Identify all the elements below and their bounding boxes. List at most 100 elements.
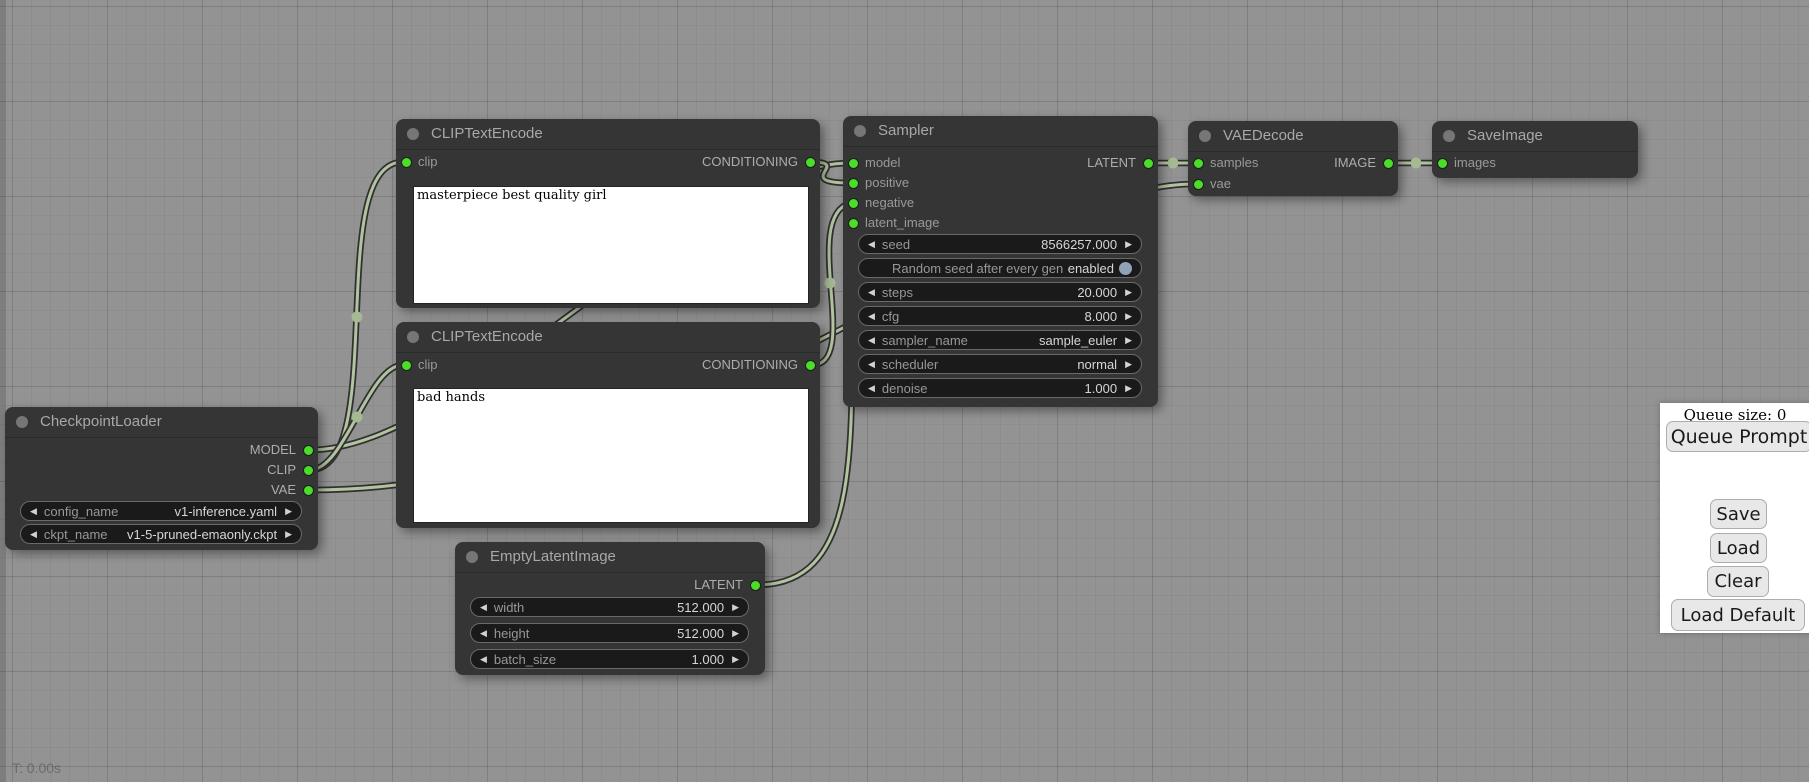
widget-steps[interactable]: ◀steps20.000▶: [858, 282, 1142, 302]
widget-right-arrow-icon[interactable]: ▶: [1125, 378, 1132, 398]
node-collapse-dot-icon[interactable]: [854, 125, 866, 137]
node-title-bar[interactable]: SaveImage: [1432, 121, 1638, 152]
node-title-bar[interactable]: EmptyLatentImage: [455, 542, 765, 573]
input-slot-dot-images[interactable]: [1437, 158, 1448, 169]
output-slot-dot-IMAGE[interactable]: [1383, 158, 1394, 169]
output-slot-dot-MODEL[interactable]: [303, 445, 314, 456]
input-slot-clip: clip: [418, 155, 438, 169]
node-collapse-dot-icon[interactable]: [1199, 130, 1211, 142]
prompt-textarea[interactable]: [413, 388, 809, 523]
widget-width[interactable]: ◀width512.000▶: [470, 597, 749, 617]
output-slot-dot-CONDITIONING[interactable]: [805, 360, 816, 371]
widget-right-arrow-icon[interactable]: ▶: [1125, 354, 1132, 374]
widget-right-arrow-icon[interactable]: ▶: [1125, 282, 1132, 302]
widget-left-arrow-icon[interactable]: ◀: [868, 354, 875, 374]
widget-ckpt-name[interactable]: ◀ckpt_namev1-5-pruned-emaonly.ckpt▶: [20, 524, 302, 544]
output-slot-dot-CLIP[interactable]: [303, 465, 314, 476]
widget-value: 1.000: [1085, 381, 1118, 396]
widget-right-arrow-icon[interactable]: ▶: [285, 524, 292, 544]
widget-scheduler[interactable]: ◀schedulernormal▶: [858, 354, 1142, 374]
widget-cfg[interactable]: ◀cfg8.000▶: [858, 306, 1142, 326]
node-empty-latent-image[interactable]: EmptyLatentImageLATENT◀width512.000▶◀hei…: [455, 542, 765, 675]
widget-label: ckpt_name: [44, 527, 108, 542]
widget-right-arrow-icon[interactable]: ▶: [1125, 306, 1132, 326]
node-title-bar[interactable]: CheckpointLoader: [5, 407, 318, 438]
widget-right-arrow-icon[interactable]: ▶: [1125, 330, 1132, 350]
input-slot-dot-vae[interactable]: [1193, 179, 1204, 190]
node-collapse-dot-icon[interactable]: [407, 128, 419, 140]
queue-prompt-button[interactable]: Queue Prompt: [1666, 421, 1809, 452]
clear-button[interactable]: Clear: [1707, 566, 1769, 597]
node-sampler[interactable]: Samplermodelpositivenegativelatent_image…: [843, 116, 1158, 407]
output-slot-dot-CONDITIONING[interactable]: [805, 157, 816, 168]
input-slot-dot-samples[interactable]: [1193, 158, 1204, 169]
widget-left-arrow-icon[interactable]: ◀: [480, 597, 487, 617]
node-collapse-dot-icon[interactable]: [16, 416, 28, 428]
widget-left-arrow-icon[interactable]: ◀: [868, 306, 875, 326]
widget-left-arrow-icon[interactable]: ◀: [30, 501, 37, 521]
node-checkpoint-loader[interactable]: CheckpointLoaderMODELCLIPVAE◀config_name…: [5, 407, 318, 550]
input-slot-clip: clip: [418, 358, 438, 372]
save-button[interactable]: Save: [1710, 499, 1767, 529]
widget-value: enabled: [1068, 261, 1114, 276]
output-slot-IMAGE: IMAGE: [1334, 156, 1376, 170]
input-slot-dot-latent_image[interactable]: [848, 218, 859, 229]
node-save-image[interactable]: SaveImage images: [1432, 121, 1638, 178]
widget-right-arrow-icon[interactable]: ▶: [732, 649, 739, 669]
output-slot-dot-LATENT[interactable]: [750, 580, 761, 591]
widget-right-arrow-icon[interactable]: ▶: [1125, 234, 1132, 254]
input-slot-dot-positive[interactable]: [848, 178, 859, 189]
node-title: EmptyLatentImage: [490, 548, 616, 565]
widget-denoise[interactable]: ◀ denoise 1.000 ▶: [858, 378, 1142, 398]
input-slot-model: model: [865, 156, 900, 170]
load-button[interactable]: Load: [1710, 533, 1767, 563]
widget-sampler-name[interactable]: ◀sampler_namesample_euler▶: [858, 330, 1142, 350]
node-title-bar[interactable]: VAEDecode: [1188, 121, 1398, 152]
widget-left-arrow-icon[interactable]: ◀: [868, 330, 875, 350]
widget-config-name[interactable]: ◀ config_name v1-inference.yaml ▶: [20, 501, 302, 521]
load-default-button[interactable]: Load Default: [1671, 599, 1805, 631]
input-slot-dot-clip[interactable]: [401, 157, 412, 168]
widget-left-arrow-icon[interactable]: ◀: [480, 649, 487, 669]
widget-left-arrow-icon[interactable]: ◀: [868, 234, 875, 254]
node-collapse-dot-icon[interactable]: [1443, 130, 1455, 142]
input-slot-dot-clip[interactable]: [401, 360, 412, 371]
input-slot-positive: positive: [865, 176, 909, 190]
node-vae-decode[interactable]: VAEDecodesamplesvaeIMAGE: [1188, 121, 1398, 196]
widget-left-arrow-icon[interactable]: ◀: [30, 524, 37, 544]
queue-panel: Queue size: 0 Queue Prompt Save Load Cle…: [1660, 403, 1809, 633]
widget-left-arrow-icon[interactable]: ◀: [868, 282, 875, 302]
widget-label: config_name: [44, 504, 118, 519]
toggle-knob-icon[interactable]: [1119, 262, 1132, 275]
node-clip-text-encode-negative[interactable]: CLIPTextEncodeclipCONDITIONING: [396, 322, 820, 528]
output-slot-dot-LATENT[interactable]: [1143, 158, 1154, 169]
input-slot-dot-negative[interactable]: [848, 198, 859, 209]
widget-label: width: [494, 600, 524, 615]
input-slot-images: images: [1454, 156, 1496, 170]
node-title: SaveImage: [1467, 127, 1543, 144]
prompt-textarea[interactable]: [413, 186, 809, 304]
widget-left-arrow-icon[interactable]: ◀: [868, 378, 875, 398]
widget-label: denoise: [882, 381, 928, 396]
node-collapse-dot-icon[interactable]: [466, 551, 478, 563]
widget-right-arrow-icon[interactable]: ▶: [285, 501, 292, 521]
node-clip-text-encode-positive[interactable]: CLIPTextEncodeclipCONDITIONING: [396, 119, 820, 308]
widget-batch-size[interactable]: ◀batch_size1.000▶: [470, 649, 749, 669]
widget-left-arrow-icon[interactable]: ◀: [480, 623, 487, 643]
widget-seed[interactable]: ◀seed8566257.000▶: [858, 234, 1142, 254]
node-title-bar[interactable]: CLIPTextEncode: [396, 119, 820, 150]
widget-right-arrow-icon[interactable]: ▶: [732, 623, 739, 643]
node-title-bar[interactable]: Sampler: [843, 116, 1158, 147]
graph-canvas[interactable]: { "theme": { "canvas_bg": "#939393", "no…: [0, 0, 1809, 782]
widget-label: batch_size: [494, 652, 556, 667]
widget-random-seed-after-every-gen[interactable]: Random seed after every gen enabled: [858, 258, 1142, 278]
node-collapse-dot-icon[interactable]: [407, 331, 419, 343]
widget-height[interactable]: ◀height512.000▶: [470, 623, 749, 643]
widget-value: v1-inference.yaml: [174, 504, 277, 519]
output-slot-dot-VAE[interactable]: [303, 485, 314, 496]
widget-right-arrow-icon[interactable]: ▶: [732, 597, 739, 617]
node-title-bar[interactable]: CLIPTextEncode: [396, 322, 820, 353]
widget-label: Random seed after every gen: [892, 261, 1063, 276]
input-slot-dot-model[interactable]: [848, 158, 859, 169]
widget-label: seed: [882, 237, 910, 252]
